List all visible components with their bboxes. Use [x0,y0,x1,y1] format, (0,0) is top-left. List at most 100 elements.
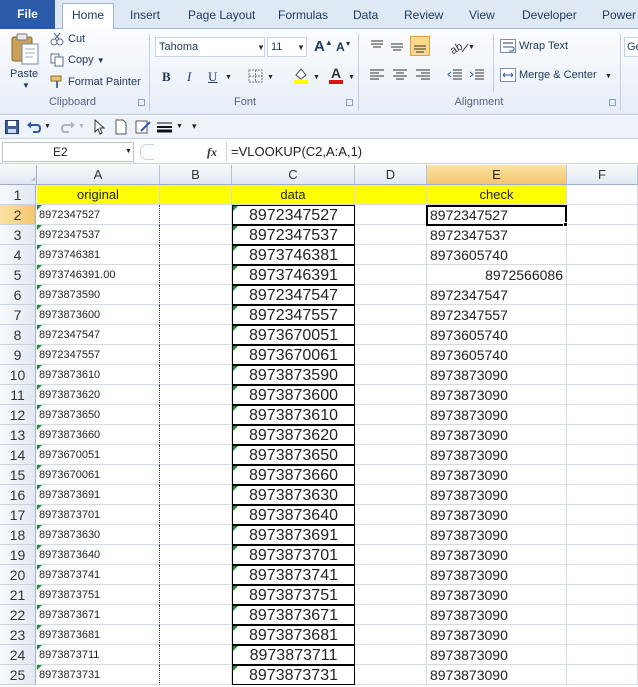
text-number-indicator-icon[interactable] [37,285,42,290]
clipboard-launcher-icon[interactable] [138,99,145,106]
cell-a[interactable]: 8973873640 [37,545,160,565]
insert-function-icon[interactable]: fx [202,143,222,161]
row-header[interactable]: 17 [0,505,36,525]
font-launcher-icon[interactable] [346,99,353,106]
text-number-indicator-icon[interactable] [37,445,42,450]
cell-d[interactable] [355,365,427,385]
cell-f[interactable] [567,565,638,585]
save-icon[interactable] [5,120,19,134]
cell-d[interactable] [355,425,427,445]
cell-b[interactable] [160,505,232,525]
text-number-indicator-icon[interactable] [37,365,42,370]
cell-f[interactable] [567,305,638,325]
font-color-icon[interactable]: A [327,65,345,85]
row-header[interactable]: 11 [0,385,36,405]
cell-c[interactable]: 8972347527 [232,205,355,225]
cell-a[interactable]: 8973873751 [37,585,160,605]
text-number-indicator-icon[interactable] [233,486,238,491]
tab-view[interactable]: View [469,5,495,29]
cell-b[interactable] [160,405,232,425]
cell-d[interactable] [355,505,427,525]
cut-icon[interactable] [50,32,64,46]
merge-center-dropdown-icon[interactable]: ▼ [605,73,612,80]
cell-d[interactable] [355,645,427,665]
cell-c[interactable]: 8973873701 [232,545,355,565]
text-number-indicator-icon[interactable] [233,526,238,531]
tab-power[interactable]: Power [602,5,636,29]
tab-review[interactable]: Review [404,5,443,29]
cell-e[interactable]: 8973605740 [427,345,567,365]
cell-e[interactable]: 8973873090 [427,365,567,385]
cell-d[interactable] [355,545,427,565]
cell-a[interactable]: 8973746381 [37,245,160,265]
cell-b[interactable] [160,585,232,605]
cell-f[interactable] [567,645,638,665]
column-header-c[interactable]: C [232,165,355,185]
cell-a[interactable]: 8973873731 [37,665,160,685]
align-top-icon[interactable] [368,37,386,55]
cell-a[interactable]: 8973873620 [37,385,160,405]
cell-e[interactable]: 8973873090 [427,605,567,625]
text-number-indicator-icon[interactable] [233,586,238,591]
cell-b[interactable] [160,425,232,445]
tab-home[interactable]: Home [62,3,114,30]
wrap-text-button[interactable]: Wrap Text [519,40,568,52]
cell-a[interactable]: 8973670061 [37,465,160,485]
text-number-indicator-icon[interactable] [233,386,238,391]
font-name-select[interactable]: Tahoma [155,37,265,57]
align-right-icon[interactable] [414,67,432,83]
row-header[interactable]: 7 [0,305,36,325]
name-box-dropdown-icon[interactable]: ▼ [125,148,132,155]
new-document-icon[interactable] [114,119,128,135]
text-number-indicator-icon[interactable] [37,245,42,250]
row-header[interactable]: 18 [0,525,36,545]
cell-f[interactable] [567,465,638,485]
cell-c[interactable]: 8972347547 [232,285,355,305]
formula-bar-handle[interactable] [140,144,154,160]
align-bottom-icon[interactable] [410,36,430,56]
cell-e[interactable]: 8973873090 [427,625,567,645]
text-number-indicator-icon[interactable] [37,225,42,230]
text-number-indicator-icon[interactable] [233,366,238,371]
align-left-icon[interactable] [368,67,386,83]
cell-c[interactable]: 8973873751 [232,585,355,605]
cell-c[interactable]: 8973873630 [232,485,355,505]
text-number-indicator-icon[interactable] [37,645,42,650]
cell-c[interactable]: 8972347557 [232,305,355,325]
text-number-indicator-icon[interactable] [37,625,42,630]
cell-f[interactable] [567,405,638,425]
row-header[interactable]: 19 [0,545,36,565]
cell-c[interactable]: 8972347537 [232,225,355,245]
row-header[interactable]: 6 [0,285,36,305]
fill-handle[interactable] [563,222,568,227]
underline-button[interactable]: U [208,69,217,85]
cell-b[interactable] [160,545,232,565]
cell-b[interactable] [160,305,232,325]
cell-c[interactable]: 8973746391 [232,265,355,285]
font-color-dropdown-icon[interactable]: ▼ [348,74,355,81]
cell-d[interactable] [355,285,427,305]
cell-f[interactable] [567,425,638,445]
text-number-indicator-icon[interactable] [233,666,238,671]
cell-a[interactable]: 8972347547 [37,325,160,345]
cell-a[interactable]: 8973670051 [37,445,160,465]
cell-a[interactable]: 8973873630 [37,525,160,545]
cell-a[interactable]: 8973873681 [37,625,160,645]
cell-d[interactable] [355,565,427,585]
format-painter-button[interactable]: Format Painter [68,76,141,88]
cell-e[interactable]: 8972347547 [427,285,567,305]
copy-icon[interactable] [50,53,64,67]
line-weight-icon[interactable] [156,120,178,134]
cell-f[interactable] [567,285,638,305]
cell-c[interactable]: 8973670061 [232,345,355,365]
tab-data[interactable]: Data [353,5,378,29]
header-cell-d[interactable] [355,185,427,205]
cell-c[interactable]: 8973873741 [232,565,355,585]
row-header[interactable]: 10 [0,365,36,385]
cell-b[interactable] [160,645,232,665]
cut-button[interactable]: Cut [68,33,85,45]
cell-e[interactable]: 8973873090 [427,425,567,445]
text-number-indicator-icon[interactable] [37,545,42,550]
cell-d[interactable] [355,265,427,285]
tab-developer[interactable]: Developer [522,5,577,29]
